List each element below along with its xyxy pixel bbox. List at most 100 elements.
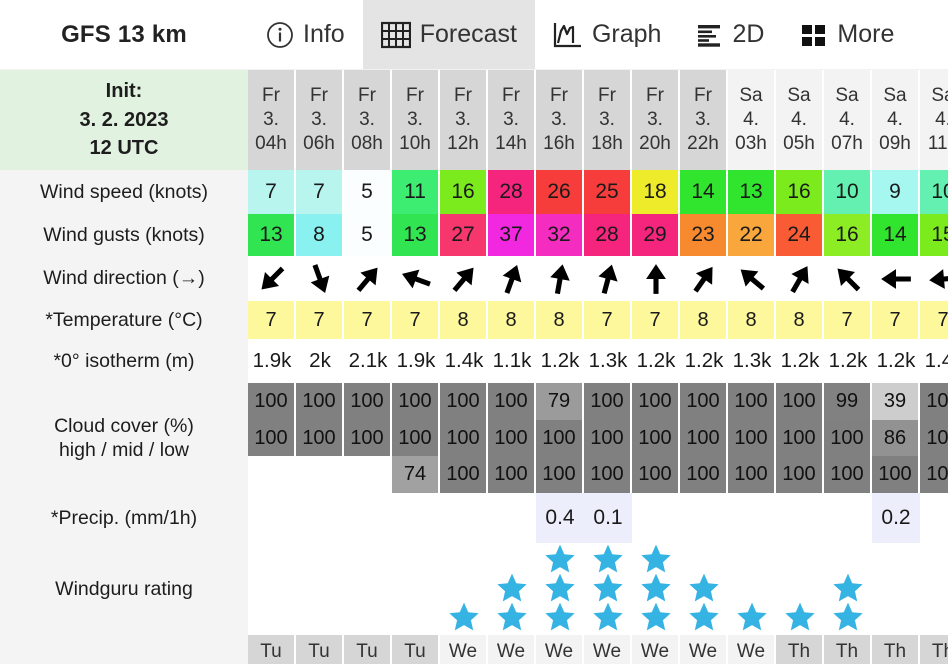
date-header-hour: 05h (783, 133, 815, 155)
wind-direction-arrow-icon (929, 268, 948, 289)
temperature-row: *Temperature (°C) 7777888778887777 (0, 301, 948, 339)
windguru-rating-cell (344, 543, 392, 635)
isotherm-label: *0° isotherm (m) (0, 339, 248, 383)
rating-star-icon (689, 602, 719, 631)
rating-star-icon (641, 573, 671, 602)
windguru-rating-cell (632, 543, 680, 635)
precipitation-cell (680, 493, 728, 543)
rating-star-icon (593, 573, 623, 602)
temperature-cell: 7 (248, 301, 296, 339)
precipitation-cell (824, 493, 872, 543)
temperature-cell: 7 (392, 301, 440, 339)
date-header-day: Sa (931, 84, 948, 106)
wind-direction-arrow-icon (261, 266, 285, 290)
tab-info[interactable]: Info (248, 0, 363, 69)
date-header-hour: 18h (591, 133, 623, 155)
weekday-footer-cell: We (632, 635, 680, 664)
wind-speed-cell: 26 (536, 170, 584, 214)
date-header-day: Fr (310, 84, 328, 106)
tab-forecast[interactable]: Forecast (362, 0, 535, 69)
wind-gusts-cell: 32 (536, 214, 584, 256)
cloud-cover-low-cell: 100 (632, 456, 678, 494)
wind-direction-arrow-icon (356, 267, 378, 292)
rating-star-icon (497, 602, 527, 631)
wind-direction-arrow-icon (452, 267, 474, 292)
date-header-hour: 14h (495, 133, 527, 155)
weekday-footer-cell: Tu (392, 635, 440, 664)
wind-direction-label: Wind direction (→) (0, 256, 248, 301)
temperature-cell: 7 (296, 301, 344, 339)
wind-direction-cell (728, 256, 776, 301)
windguru-rating-cell (536, 543, 584, 635)
precipitation-cell (488, 493, 536, 543)
weekday-footer-cell: We (536, 635, 584, 664)
date-header-day: Fr (598, 84, 616, 106)
precipitation-cell (248, 493, 296, 543)
wind-speed-cell: 16 (776, 170, 824, 214)
tab-2d-label: 2D (732, 20, 765, 48)
wind-gusts-label: Wind gusts (knots) (0, 214, 248, 256)
isotherm-row: *0° isotherm (m) 1.9k 2k 2.1k 1.9k 1.4k 1.1k 1… (0, 339, 948, 383)
wind-gusts-cell: 23 (680, 214, 728, 256)
wind-direction-row: Wind direction (→) (0, 256, 948, 301)
precipitation-cells: 0.4 0.1 0.2 (248, 493, 948, 543)
tab-graph[interactable]: Graph (535, 0, 679, 69)
tab-more[interactable]: More (782, 0, 912, 69)
isotherm-cell: 1.4k (440, 339, 488, 383)
windguru-rating-cell (248, 543, 296, 635)
temperature-cell: 7 (872, 301, 920, 339)
init-date: 3. 2. 2023 (79, 108, 169, 131)
tab-2d[interactable]: 2D (679, 0, 782, 69)
wind-gusts-cell: 22 (728, 214, 776, 256)
date-header-day: Fr (262, 84, 280, 106)
temperature-cells: 7777888778887777 (248, 301, 948, 339)
wind-speed-cell: 9 (872, 170, 920, 214)
date-header-hour: 16h (543, 133, 575, 155)
isotherm-cell: 1.2k (536, 339, 584, 383)
weekday-footer-cell: Th (872, 635, 920, 664)
rating-star-icon (833, 602, 863, 631)
date-header-cell: Fr 3. 18h (584, 70, 632, 170)
date-header-day: Sa (835, 84, 859, 106)
windguru-rating-cell (296, 543, 344, 635)
date-header-date: 4. (743, 108, 759, 130)
wind-gusts-cell: 24 (776, 214, 824, 256)
tab-more-label: More (837, 20, 895, 48)
date-header-cell: Sa 4. 09h (872, 70, 920, 170)
isotherm-cell: 1.2k (776, 339, 824, 383)
precipitation-cell (728, 493, 776, 543)
windguru-rating-cell (824, 543, 872, 635)
date-header-cell: Sa 4. 03h (728, 70, 776, 170)
wind-gusts-cell: 5 (344, 214, 392, 256)
date-header-hour: 12h (447, 133, 479, 155)
date-header-day: Fr (694, 84, 712, 106)
weekday-footer-cell: Th (920, 635, 948, 664)
windguru-rating-cell (872, 543, 920, 635)
cloud-cover-high-cell: 100 (344, 383, 390, 420)
wind-direction-cell (344, 256, 392, 301)
date-header-date: 3. (599, 108, 615, 130)
bars-icon (697, 21, 723, 49)
isotherm-cells: 1.9k 2k 2.1k 1.9k 1.4k 1.1k 1.2k 1.3k 1.2k 1.2k 1.… (248, 339, 948, 383)
wind-speed-cells: 7751116282625181413161091010 (248, 170, 948, 214)
cloud-cover-high-cell: 79 (536, 383, 582, 420)
cloud-cover-column: 100 100 (344, 383, 392, 494)
windguru-rating-cell (728, 543, 776, 635)
cloud-cover-column: 100100100 (920, 383, 948, 494)
date-header-cell: Fr 3. 04h (248, 70, 296, 170)
wind-direction-arrow-icon (693, 266, 713, 293)
cloud-cover-column: 100100100 (776, 383, 824, 494)
windguru-rating-label: Windguru rating (0, 543, 248, 635)
windguru-rating-cell (488, 543, 536, 635)
date-header-cell: Sa 4. 07h (824, 70, 872, 170)
wind-speed-label: Wind speed (knots) (0, 170, 248, 214)
wind-gusts-cell: 14 (872, 214, 920, 256)
cloud-cover-high-cell: 100 (488, 383, 534, 420)
init-time: 12 UTC (89, 137, 159, 160)
cloud-cover-low-cell: 100 (824, 456, 870, 494)
cloud-cover-high-cell: 100 (920, 383, 948, 420)
wind-speed-cell: 10 (920, 170, 948, 214)
date-header-date: 3. (359, 108, 375, 130)
date-header-cell: Fr 3. 06h (296, 70, 344, 170)
isotherm-cell: 1.1k (488, 339, 536, 383)
